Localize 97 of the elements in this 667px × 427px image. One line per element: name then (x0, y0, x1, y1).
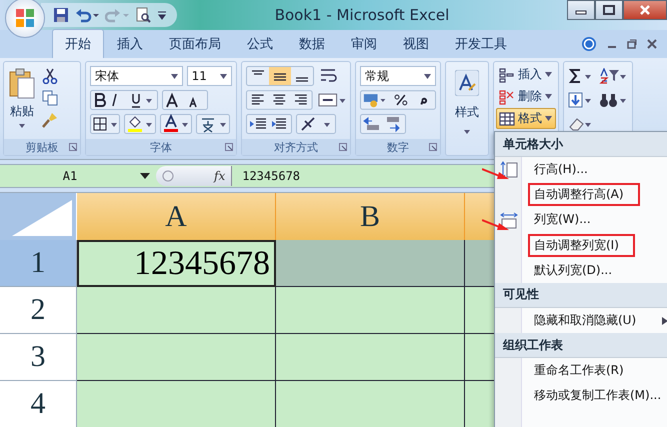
font-color-icon[interactable] (160, 114, 192, 134)
menu-section-header: 组织工作表 (495, 333, 667, 358)
name-box[interactable]: A1 (0, 169, 140, 183)
ribbon-tab[interactable]: 数据 (286, 29, 338, 58)
caret-icon (220, 74, 227, 78)
help-icon[interactable] (581, 36, 597, 52)
sort-filter-icon[interactable] (599, 68, 627, 84)
column-header[interactable]: B (276, 193, 465, 240)
styles-icon (455, 70, 479, 96)
undo-icon[interactable] (75, 7, 99, 23)
cells-command-button[interactable]: 插入 (496, 64, 556, 85)
insert-cells-icon (499, 66, 515, 82)
ribbon-tab[interactable]: 开始 (52, 29, 104, 58)
font-size-dropdown[interactable]: 11 (186, 66, 232, 86)
group-label: 对齐方式 (274, 140, 318, 154)
window-title: Book1 - Microsoft Excel (274, 6, 450, 24)
indent-icon[interactable] (246, 114, 292, 134)
menu-item[interactable]: 重命名工作表(R) (528, 359, 630, 382)
column-header[interactable]: A (77, 193, 276, 240)
save-icon[interactable] (53, 7, 69, 23)
scissors-icon[interactable] (42, 68, 58, 84)
office-button[interactable] (5, 0, 45, 38)
menu-section-header: 单元格大小 (495, 132, 667, 157)
row-header[interactable]: 2 (0, 287, 77, 334)
menu-item[interactable]: 默认列宽(D)... (528, 258, 618, 282)
menu-item[interactable]: 行高(H)... (528, 158, 594, 182)
menu-item[interactable]: 自动调整行高(A) (528, 183, 640, 206)
fill-down-icon[interactable] (568, 92, 594, 108)
caret-icon (545, 116, 552, 121)
menu-item[interactable]: 自动调整列宽(I) (528, 234, 635, 257)
caret-icon (424, 74, 431, 78)
customize-caret-icon[interactable] (157, 10, 167, 20)
close-icon[interactable] (647, 39, 657, 49)
maximize-icon (603, 5, 615, 15)
fill-color-icon[interactable] (124, 114, 156, 134)
ribbon-tab[interactable]: 公式 (234, 29, 286, 58)
phonetic-guide-icon[interactable] (196, 114, 230, 134)
minimize-button[interactable] (567, 0, 595, 20)
dialog-launcher-icon[interactable] (69, 143, 77, 151)
row-header[interactable]: 1 (0, 240, 77, 287)
dialog-launcher-icon[interactable] (339, 143, 347, 151)
triangle-icon (12, 200, 72, 236)
insert-function-button[interactable]: fx (214, 169, 226, 183)
menu-item[interactable]: 移动或复制工作表(M)... (528, 384, 667, 408)
sum-icon[interactable] (568, 68, 594, 84)
menu-item[interactable]: 隐藏和取消隐藏(U) (528, 309, 642, 332)
ribbon-tab[interactable]: 审阅 (338, 29, 390, 58)
close-button[interactable] (623, 0, 667, 20)
vertical-align-icon[interactable] (246, 66, 314, 86)
number-format-dropdown[interactable]: 常规 (360, 66, 436, 86)
ribbon-tab[interactable]: 视图 (390, 29, 442, 58)
decimal-places-icon[interactable] (360, 114, 406, 134)
font-name-dropdown[interactable]: 宋体 (90, 66, 183, 86)
row-header[interactable]: 3 (0, 334, 77, 381)
caret-icon (463, 129, 471, 135)
resize-handle-icon[interactable] (162, 170, 174, 182)
row-header[interactable]: 4 (0, 381, 77, 427)
text-orientation-icon[interactable] (296, 114, 336, 134)
group-label: 剪贴板 (26, 140, 58, 154)
format-painter-icon[interactable] (42, 112, 58, 128)
clipboard-icon (8, 68, 36, 100)
bold-icon[interactable] (90, 90, 158, 110)
copy-icon[interactable] (42, 90, 58, 106)
styles-button[interactable]: 样式 (446, 62, 488, 155)
menu-section-header: 可见性 (495, 282, 667, 308)
eraser-icon[interactable] (568, 116, 594, 132)
column-width-icon (500, 210, 518, 229)
borders-icon[interactable] (90, 114, 120, 134)
caret-icon (170, 74, 178, 78)
close-icon (639, 5, 651, 15)
print-preview-icon[interactable] (135, 7, 151, 23)
dialog-launcher-icon[interactable] (225, 143, 233, 151)
group-label: 数字 (387, 140, 409, 154)
menu-item[interactable]: 列宽(W)... (528, 208, 597, 232)
ribbon-tab[interactable]: 页面布局 (156, 29, 234, 58)
office-logo-icon (14, 7, 36, 29)
cells-command-button[interactable]: 格式 (496, 108, 556, 129)
ribbon-tab[interactable]: 插入 (104, 29, 156, 58)
group-label: 字体 (150, 140, 172, 154)
table-cell: 12345678 (77, 240, 276, 287)
cells-command-button[interactable]: 删除 (496, 86, 556, 107)
maximize-button[interactable] (595, 0, 623, 20)
caret-icon (545, 94, 552, 99)
font-grow-shrink-icon[interactable] (162, 90, 208, 110)
ribbon-tab[interactable]: 开发工具 (442, 29, 520, 58)
dropdown-caret-icon[interactable] (140, 173, 150, 179)
row-height-icon (500, 160, 518, 179)
caret-icon (545, 72, 552, 77)
currency-percent-comma-icon[interactable] (360, 90, 436, 110)
restore-icon[interactable] (627, 39, 637, 49)
dialog-launcher-icon[interactable] (429, 143, 437, 151)
grid-icon (499, 110, 515, 126)
delete-cells-icon (499, 88, 515, 104)
caret-icon (18, 123, 26, 129)
binoculars-icon[interactable] (599, 92, 627, 108)
paste-button[interactable]: 粘贴 (6, 66, 38, 131)
horizontal-align-icon[interactable] (246, 90, 313, 110)
